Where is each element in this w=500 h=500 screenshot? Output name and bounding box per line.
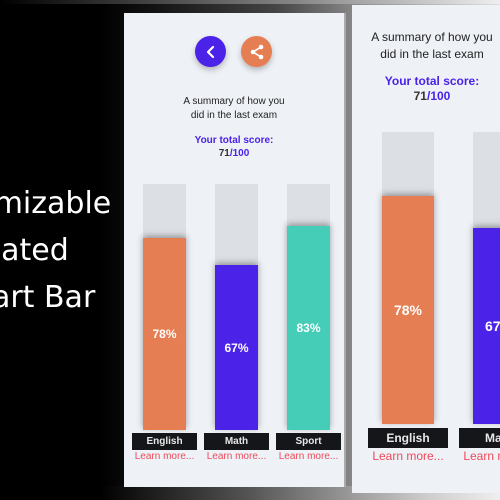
- score-number: 71: [413, 89, 427, 103]
- summary-text: A summary of how you did in the last exa…: [352, 29, 500, 63]
- category-label-english: English: [368, 428, 448, 448]
- bar-track-english: 78%: [143, 184, 186, 430]
- summary-line-1: A summary of how you: [183, 96, 285, 107]
- learn-more-link-math[interactable]: Learn more...: [459, 449, 500, 463]
- summary-line-2: did in the last exam: [190, 110, 278, 121]
- background-strip-top: [0, 0, 500, 4]
- share-icon: [250, 44, 263, 59]
- phone-screen-large: A summary of how you did in the last exa…: [352, 5, 500, 493]
- phone-screen-small: A summary of how you did in the last exa…: [124, 13, 344, 487]
- category-label-sport: Sport: [276, 433, 341, 450]
- summary-text: A summary of how you did in the last exa…: [124, 95, 344, 123]
- score-value: 71/100: [352, 89, 500, 103]
- bar-math[interactable]: 67%: [473, 228, 500, 424]
- bar-english[interactable]: 78%: [382, 196, 434, 424]
- promo-line-3: Chart Bar: [0, 280, 96, 315]
- learn-more-link-sport[interactable]: Learn more...: [276, 451, 341, 462]
- category-label-math: Math: [204, 433, 269, 450]
- promo-line-2: Animated: [0, 233, 69, 268]
- bar-track-english: 78%: [382, 132, 434, 424]
- bar-track-math: 67%: [473, 132, 500, 424]
- score-label: Your total score:: [384, 74, 480, 88]
- summary-line-2: did in the last exam: [380, 47, 484, 61]
- bar-value-label: 83%: [296, 320, 321, 335]
- category-label-math: Math: [459, 428, 500, 448]
- score-max: 100: [430, 89, 451, 103]
- bar-math[interactable]: 67%: [215, 265, 258, 430]
- category-label-english: English: [132, 433, 197, 450]
- bar-value-label: 67%: [224, 340, 249, 355]
- learn-more-link-english[interactable]: Learn more...: [132, 451, 197, 462]
- bar-track-sport: 83%: [287, 184, 330, 430]
- chevron-left-icon: [206, 45, 214, 58]
- promo-headline: Customizable Animated Chart Bar: [0, 180, 124, 321]
- bar-sport[interactable]: 83%: [287, 225, 330, 430]
- learn-more-link-math[interactable]: Learn more...: [204, 451, 269, 462]
- share-button[interactable]: [241, 36, 272, 67]
- score-max: 100: [232, 148, 250, 159]
- bar-value-label: 78%: [393, 302, 423, 319]
- score-value: 71/100: [124, 148, 344, 159]
- bar-value-label: 78%: [152, 327, 177, 342]
- score-label: Your total score:: [194, 135, 274, 146]
- bar-value-label: 67%: [484, 318, 500, 335]
- score-number: 71: [218, 148, 230, 159]
- bar-english[interactable]: 78%: [143, 238, 186, 430]
- learn-more-link-english[interactable]: Learn more...: [368, 449, 448, 463]
- summary-line-1: A summary of how you: [371, 30, 493, 44]
- promo-line-1: Customizable: [0, 186, 112, 221]
- bar-track-math: 67%: [215, 184, 258, 430]
- back-button[interactable]: [195, 36, 226, 67]
